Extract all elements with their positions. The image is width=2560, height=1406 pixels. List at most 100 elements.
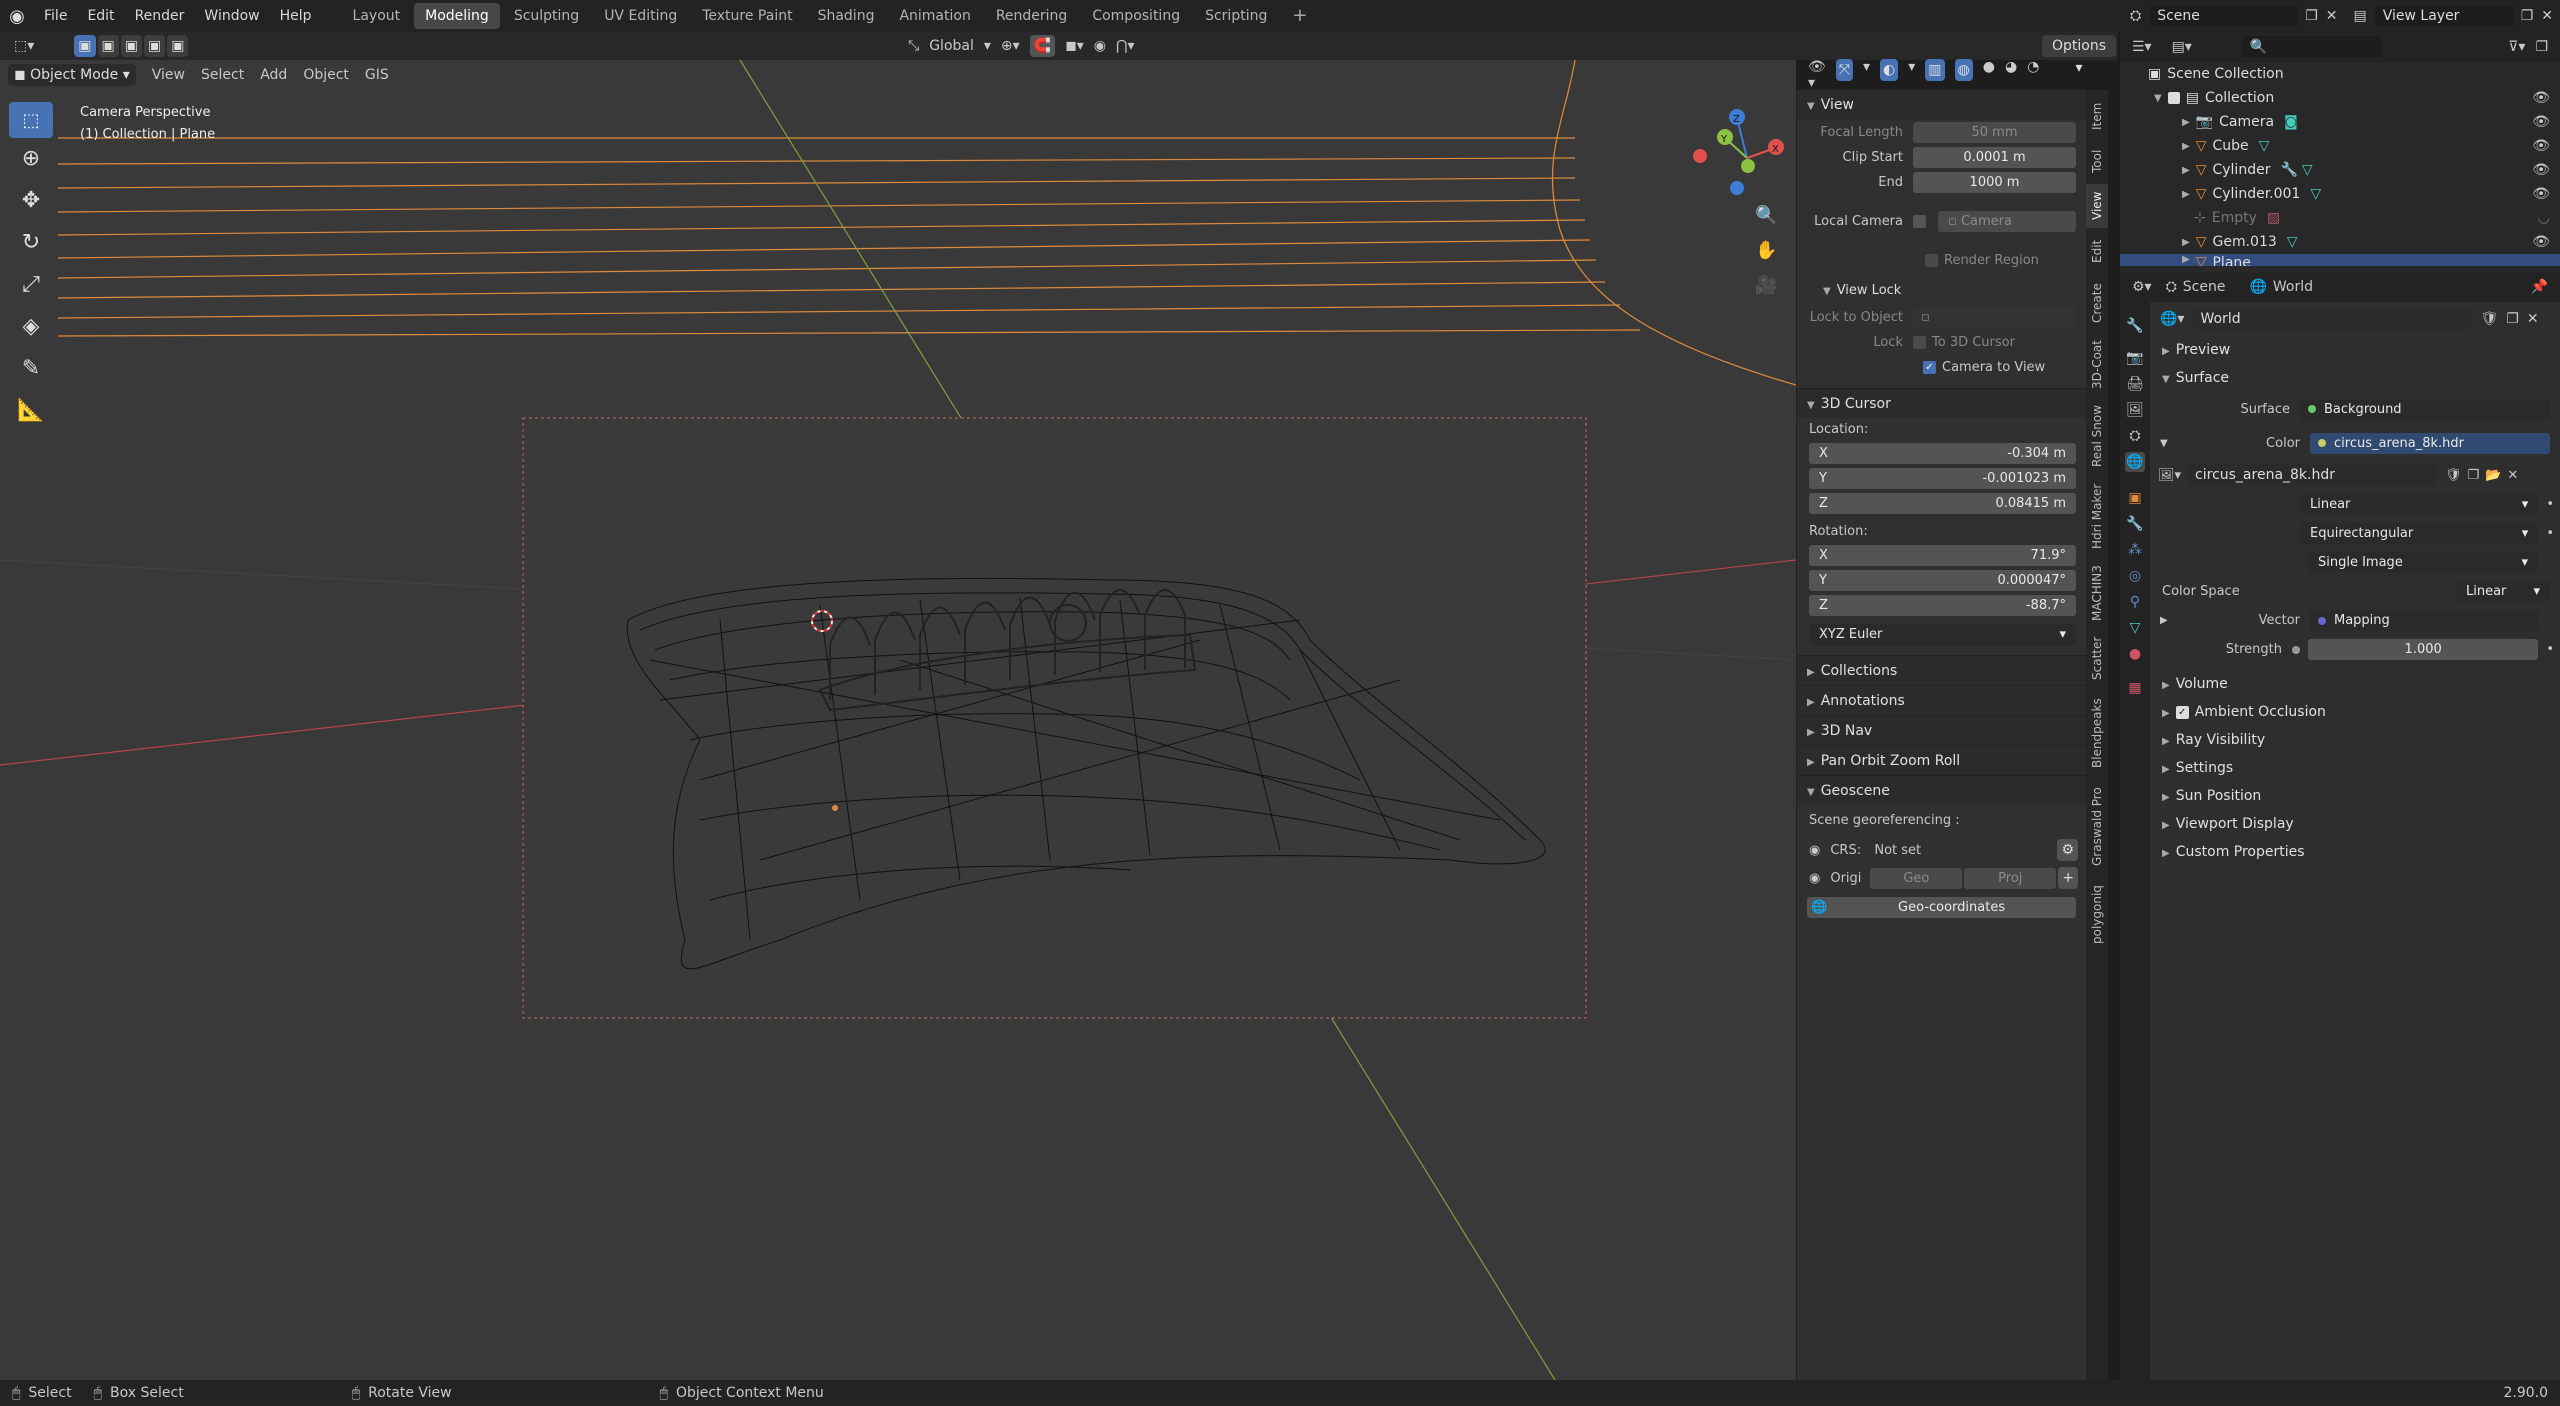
tab-layout[interactable]: Layout [342,3,412,29]
cursor-rot-z-field[interactable]: Z -88.7° [1809,595,2076,616]
copy-layer-icon[interactable]: ❐ [2521,8,2534,24]
texture-tab-icon[interactable]: ▦ [2125,678,2145,698]
settings-section[interactable]: ▶ Settings [2150,754,2560,782]
outliner-editor-icon[interactable]: ☰▾ [2132,39,2152,55]
transform-tool-icon[interactable]: ◈ [23,314,40,348]
constraints-tab-icon[interactable]: ⚲ [2125,592,2145,612]
scene-tab-icon[interactable]: ⛭ [2125,426,2145,446]
cursor-rot-y-field[interactable]: Y 0.000047° [1809,570,2076,591]
lock-cursor-checkbox[interactable] [1913,336,1926,349]
geo-coordinates-button[interactable]: 🌐 Geo-coordinates [1807,896,2076,918]
annotations-panel-header[interactable]: ▶ Annotations [1797,685,2086,715]
interpolation-select[interactable]: Linear ▾ [2300,494,2539,515]
ray-visibility-section[interactable]: ▶ Ray Visibility [2150,726,2560,754]
editor-type-icon[interactable]: ⬚▾ [14,38,34,54]
display-mode-icon[interactable]: ▤▾ [2172,39,2192,55]
gizmo-toggle-icon[interactable]: ⤧ [1835,59,1853,81]
falloff-icon[interactable]: ⋂▾ [1116,38,1135,54]
3d-nav-panel-header[interactable]: ▶ 3D Nav [1797,715,2086,745]
render-region-checkbox[interactable] [1925,254,1938,267]
animate-dot-icon[interactable]: • [2546,526,2554,541]
preview-section[interactable]: ▶ Preview [2150,336,2560,364]
surface-shader-field[interactable]: Background [2300,398,2550,420]
tab-blendpeaks[interactable]: Blendpeaks [2086,690,2108,776]
outliner-item-cube[interactable]: ▶ ▽ Cube ▽ 👁 [2120,134,2560,158]
cursor-loc-z-field[interactable]: Z 0.08415 m [1809,493,2076,514]
image-name-field[interactable]: circus_arena_8k.hdr [2187,464,2438,486]
snap-target-icon[interactable]: ◼▾ [1065,38,1084,54]
options-button[interactable]: Options ▾ [2042,35,2116,76]
move-tool-icon[interactable]: ✥ [22,188,40,222]
scale-tool-icon[interactable]: ⤢ [22,272,40,306]
color-space-select[interactable]: Linear ▾ [2456,581,2550,602]
3d-viewport[interactable]: Z X Y Camera Perspective (1) Collection … [0,60,1796,1380]
snap-toggle-icon[interactable]: 🧲 [1029,35,1056,57]
focal-length-field[interactable]: 50 mm [1913,122,2076,143]
camera-to-view-checkbox[interactable]: ✓ [1923,361,1936,374]
select-subtract-icon[interactable]: ▣ [120,35,142,57]
measure-tool-icon[interactable]: 📐 [17,398,44,432]
add-origin-icon[interactable]: + [2058,867,2079,889]
select-intersect-icon[interactable]: ▣ [167,35,189,57]
world-name-field[interactable]: World [2192,308,2473,330]
menu-window[interactable]: Window [194,0,269,32]
eye-icon[interactable]: 👁 [2532,90,2550,106]
ambient-occlusion-section[interactable]: ▶ ✓ Ambient Occlusion [2150,698,2560,726]
scene-selector[interactable]: Scene [2149,5,2300,27]
image-icon[interactable]: 🖼▾ [2158,468,2181,483]
projection-select[interactable]: Equirectangular ▾ [2300,523,2539,544]
tab-3d-coat[interactable]: 3D-Coat [2086,334,2108,396]
fake-user-icon[interactable]: 🛡 [2445,468,2462,483]
menu-edit[interactable]: Edit [77,0,124,32]
tab-real-snow[interactable]: Real Snow [2086,400,2108,472]
view-layer-selector[interactable]: View Layer [2374,5,2515,27]
camera-view-icon[interactable]: 🎥 [1755,275,1777,296]
open-folder-icon[interactable]: 📂 [2485,468,2501,483]
tab-uv-editing[interactable]: UV Editing [593,3,688,29]
pivot-icon[interactable]: ⊕▾ [1001,38,1020,54]
clip-start-field[interactable]: 0.0001 m [1913,147,2076,168]
tool-tab-icon[interactable]: 🔧 [2125,316,2145,336]
custom-properties-section[interactable]: ▶ Custom Properties [2150,838,2560,866]
animate-dot-icon[interactable]: • [2546,642,2554,657]
tab-compositing[interactable]: Compositing [1081,3,1191,29]
rendered-shading-icon[interactable]: ◔ [2027,59,2039,91]
solid-shading-icon[interactable]: ● [1983,59,1995,91]
duplicate-icon[interactable]: ❐ [2506,311,2519,327]
menu-file[interactable]: File [34,0,77,32]
sun-position-section[interactable]: ▶ Sun Position [2150,782,2560,810]
mode-selector[interactable]: ◼ Object Mode ▾ [8,64,136,86]
render-tab-icon[interactable]: 📷 [2125,348,2145,368]
navigation-gizmo[interactable]: Z X Y [1693,109,1784,195]
tab-rendering[interactable]: Rendering [985,3,1079,29]
cursor-rot-x-field[interactable]: X 71.9° [1809,545,2076,566]
tab-polygoniq[interactable]: polygoniq [2086,878,2108,952]
collapsed-triangle-icon[interactable]: ▶ [2160,615,2174,626]
collections-panel-header[interactable]: ▶ Collections [1797,655,2086,685]
tab-scripting[interactable]: Scripting [1194,3,1278,29]
outliner-item-camera[interactable]: ▶ 📷 Camera ◙ 👁 [2120,110,2560,134]
fake-user-icon[interactable]: 🛡 [2480,311,2498,327]
geo-button[interactable]: Geo [1870,867,1963,889]
world-icon[interactable]: 🌐▾ [2160,311,2184,327]
select-extend-icon[interactable]: ▣ [97,35,119,57]
strength-field[interactable]: 1.000 [2308,639,2539,660]
physics-tab-icon[interactable]: ◎ [2125,566,2145,586]
tab-item[interactable]: Item [2086,94,2108,138]
material-shading-icon[interactable]: ◕ [2005,59,2017,91]
modifier-tab-icon[interactable]: 🔧 [2125,514,2145,534]
outliner-search-input[interactable]: 🔍 [2241,36,2382,58]
zoom-icon[interactable]: 🔍 [1755,205,1777,226]
pin-icon[interactable]: 📌 [2531,279,2548,295]
pan-hand-icon[interactable]: ✋ [1755,240,1777,261]
tab-view[interactable]: View [2086,184,2108,228]
filter-icon[interactable]: ⊽▾ [2508,39,2525,55]
xray-icon[interactable]: ▥ [1925,59,1945,81]
tab-create[interactable]: Create [2086,276,2108,330]
annotate-tool-icon[interactable]: ✎ [22,356,40,390]
select-new-icon[interactable]: ▣ [74,35,96,57]
outliner-collection[interactable]: ▼ ▤ Collection 👁 [2120,86,2560,110]
surface-section[interactable]: ▼ Surface [2150,364,2560,392]
material-tab-icon[interactable]: ● [2125,644,2145,664]
eye-icon[interactable]: 👁 [2532,138,2550,154]
